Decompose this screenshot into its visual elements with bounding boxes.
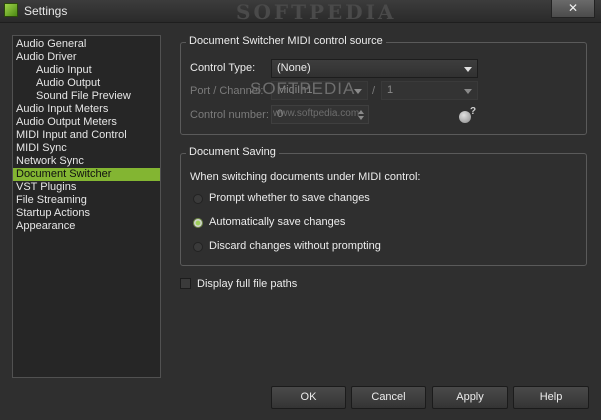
sidebar-item-audio-general[interactable]: Audio General (13, 38, 160, 51)
sidebar-item-audio-output[interactable]: Audio Output (13, 77, 160, 90)
help-button[interactable]: Help (513, 386, 589, 409)
watermark: SOFTPEDIA (236, 0, 397, 24)
radio-prompt-save-label[interactable]: Prompt whether to save changes (209, 192, 370, 204)
channel-value: 1 (387, 84, 394, 96)
sidebar-item-startup-actions[interactable]: Startup Actions (13, 207, 160, 220)
group-title: Document Saving (186, 146, 279, 158)
port-channel-separator: / (372, 85, 376, 97)
watermark-url: www.softpedia.com (273, 108, 360, 119)
watermark: SOFTPEDIA (250, 79, 356, 98)
chevron-down-icon (464, 89, 472, 94)
control-number-label: Control number: (190, 109, 269, 121)
sidebar-item-audio-driver[interactable]: Audio Driver (13, 51, 160, 64)
channel-select[interactable]: 1 (381, 81, 478, 100)
apply-button[interactable]: Apply (432, 386, 508, 409)
ok-button[interactable]: OK (271, 386, 346, 409)
saving-prompt-label: When switching documents under MIDI cont… (190, 171, 421, 183)
control-type-value: (None) (277, 62, 311, 74)
sidebar-item-midi-input-control[interactable]: MIDI Input and Control (13, 129, 160, 142)
sidebar-item-file-streaming[interactable]: File Streaming (13, 194, 160, 207)
group-title: Document Switcher MIDI control source (186, 35, 386, 47)
radio-auto-save[interactable] (193, 218, 203, 228)
sidebar-item-network-sync[interactable]: Network Sync (13, 155, 160, 168)
sidebar-item-audio-output-meters[interactable]: Audio Output Meters (13, 116, 160, 129)
control-type-label: Control Type: (190, 62, 256, 74)
sidebar-item-vst-plugins[interactable]: VST Plugins (13, 181, 160, 194)
sidebar-item-midi-sync[interactable]: MIDI Sync (13, 142, 160, 155)
radio-discard-changes[interactable] (193, 242, 203, 252)
sidebar-item-appearance[interactable]: Appearance (13, 220, 160, 233)
sidebar-item-sound-file-preview[interactable]: Sound File Preview (13, 90, 160, 103)
sidebar-item-document-switcher[interactable]: Document Switcher (13, 168, 160, 181)
control-type-select[interactable]: (None) (271, 59, 478, 78)
app-icon (4, 3, 18, 17)
sidebar-item-audio-input-meters[interactable]: Audio Input Meters (13, 103, 160, 116)
sidebar-item-audio-input[interactable]: Audio Input (13, 64, 160, 77)
radio-discard-changes-label[interactable]: Discard changes without prompting (209, 240, 381, 252)
settings-category-list[interactable]: Audio General Audio Driver Audio Input A… (12, 35, 161, 378)
help-question-icon: ? (470, 106, 477, 117)
title-bar: Settings SOFTPEDIA ✕ (0, 0, 601, 24)
close-button[interactable]: ✕ (551, 0, 595, 18)
full-paths-checkbox[interactable] (180, 278, 191, 289)
radio-prompt-save[interactable] (193, 194, 203, 204)
cancel-button[interactable]: Cancel (351, 386, 426, 409)
full-paths-label[interactable]: Display full file paths (197, 278, 297, 290)
chevron-down-icon (464, 67, 472, 72)
radio-auto-save-label[interactable]: Automatically save changes (209, 216, 345, 228)
window-title: Settings (24, 4, 68, 18)
